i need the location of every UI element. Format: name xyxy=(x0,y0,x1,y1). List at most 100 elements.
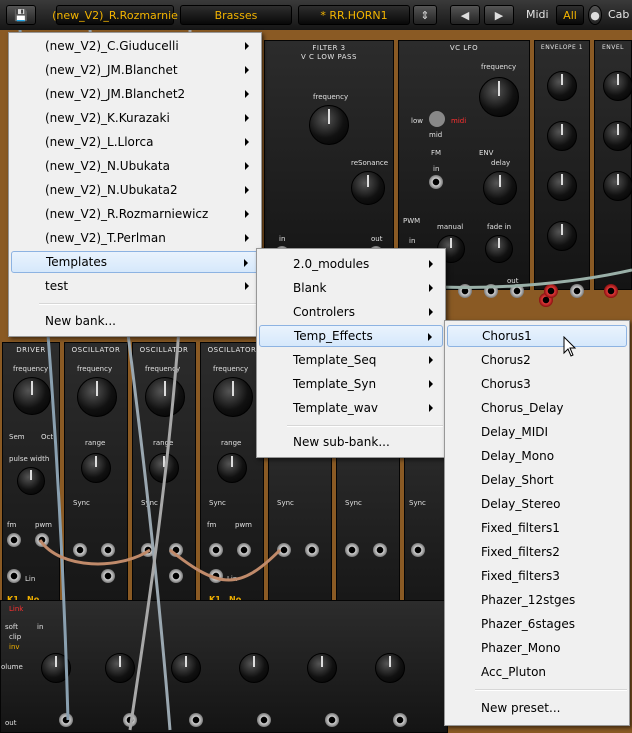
menu-separator xyxy=(475,689,627,691)
preset-item-fixed-filters2[interactable]: Fixed_filters2 xyxy=(447,541,627,563)
template-item-template-wav[interactable]: Template_wav xyxy=(259,397,443,419)
menu-label: (new_V2)_T.Perlman xyxy=(45,231,166,245)
menu-label: Phazer_12stges xyxy=(481,593,576,607)
preset-item-chorus-delay[interactable]: Chorus_Delay xyxy=(447,397,627,419)
template-item-blank[interactable]: Blank xyxy=(259,277,443,299)
bank-item-jm-blanchet2[interactable]: (new_V2)_JM.Blanchet2 xyxy=(11,83,259,105)
preset-item-chorus2[interactable]: Chorus2 xyxy=(447,349,627,371)
bank-menu: (new_V2)_C.Giuducelli (new_V2)_JM.Blanch… xyxy=(8,32,262,337)
menu-label: Template_Syn xyxy=(293,377,377,391)
menu-label: Fixed_filters1 xyxy=(481,521,560,535)
preset-item-delay-mono[interactable]: Delay_Mono xyxy=(447,445,627,467)
midi-channel-value: All xyxy=(563,8,577,22)
bank-item-n-ubukata[interactable]: (new_V2)_N.Ubukata xyxy=(11,155,259,177)
submenu-arrow-icon xyxy=(429,284,433,292)
submenu-arrow-icon xyxy=(429,380,433,388)
template-item-template-seq[interactable]: Template_Seq xyxy=(259,349,443,371)
submenu-arrow-icon xyxy=(429,404,433,412)
toolbar: 💾 (new_V2)_R.Rozmarnie Brasses * RR.HORN… xyxy=(0,0,632,31)
preset-item-phazer-6stages[interactable]: Phazer_6stages xyxy=(447,613,627,635)
new-bank-item[interactable]: New bank... xyxy=(11,310,259,332)
bank-item-t-perlman[interactable]: (new_V2)_T.Perlman xyxy=(11,227,259,249)
cab-label: Cab xyxy=(608,8,630,21)
category-selector[interactable]: Brasses xyxy=(180,5,292,25)
menu-label: Acc_Pluton xyxy=(481,665,547,679)
template-item-2-0-modules[interactable]: 2.0_modules xyxy=(259,253,443,275)
preset-item-acc-pluton[interactable]: Acc_Pluton xyxy=(447,661,627,683)
preset-item-chorus1[interactable]: Chorus1 xyxy=(447,325,627,347)
submenu-arrow-icon xyxy=(245,90,249,98)
save-icon[interactable]: 💾 xyxy=(6,5,36,25)
preset-item-delay-short[interactable]: Delay_Short xyxy=(447,469,627,491)
preset-item-delay-midi[interactable]: Delay_MIDI xyxy=(447,421,627,443)
preset-item-fixed-filters1[interactable]: Fixed_filters1 xyxy=(447,517,627,539)
submenu-arrow-icon xyxy=(244,259,248,267)
submenu-arrow-icon xyxy=(245,186,249,194)
submenu-arrow-icon xyxy=(245,210,249,218)
preset-item-chorus3[interactable]: Chorus3 xyxy=(447,373,627,395)
preset-updown-icon[interactable]: ⇕ xyxy=(413,5,437,25)
menu-label: Template_wav xyxy=(293,401,379,415)
prev-preset-icon[interactable]: ◀ xyxy=(450,5,480,25)
bank-item-n-ubukata2[interactable]: (new_V2)_N.Ubukata2 xyxy=(11,179,259,201)
menu-label: Delay_MIDI xyxy=(481,425,549,439)
menu-label: 2.0_modules xyxy=(293,257,370,271)
menu-label: (new_V2)_C.Giuducelli xyxy=(45,39,179,53)
menu-label: New bank... xyxy=(45,314,116,328)
new-preset-item[interactable]: New preset... xyxy=(447,697,627,719)
bank-item-jm-blanchet[interactable]: (new_V2)_JM.Blanchet xyxy=(11,59,259,81)
bank-item-test[interactable]: test xyxy=(11,275,259,297)
template-item-template-syn[interactable]: Template_Syn xyxy=(259,373,443,395)
bank-item-c-giuducelli[interactable]: (new_V2)_C.Giuducelli xyxy=(11,35,259,57)
menu-label: Template_Seq xyxy=(293,353,377,367)
menu-label: Controlers xyxy=(293,305,355,319)
menu-label: Fixed_filters3 xyxy=(481,569,560,583)
menu-label: Fixed_filters2 xyxy=(481,545,560,559)
menu-label: Blank xyxy=(293,281,327,295)
preset-selector[interactable]: * RR.HORN1 xyxy=(298,5,410,25)
bank-selector[interactable]: (new_V2)_R.Rozmarnie xyxy=(52,5,178,25)
submenu-arrow-icon xyxy=(429,308,433,316)
menu-label: Delay_Short xyxy=(481,473,554,487)
preset-item-delay-stereo[interactable]: Delay_Stereo xyxy=(447,493,627,515)
midi-channel-selector[interactable]: All xyxy=(556,5,584,25)
preset-item-phazer-mono[interactable]: Phazer_Mono xyxy=(447,637,627,659)
category-selector-label: Brasses xyxy=(214,8,258,22)
mouse-cursor-icon xyxy=(563,336,577,357)
bank-item-templates[interactable]: Templates xyxy=(11,251,259,273)
menu-label: Chorus2 xyxy=(481,353,531,367)
menu-label: New preset... xyxy=(481,701,561,715)
menu-label: (new_V2)_R.Rozmarniewicz xyxy=(45,207,209,221)
submenu-arrow-icon xyxy=(428,333,432,341)
menu-label: New sub-bank... xyxy=(293,435,390,449)
template-item-temp-effects[interactable]: Temp_Effects xyxy=(259,325,443,347)
bank-selector-label: (new_V2)_R.Rozmarnie xyxy=(52,8,178,22)
submenu-arrow-icon xyxy=(245,66,249,74)
submenu-arrow-icon xyxy=(429,260,433,268)
submenu-arrow-icon xyxy=(245,42,249,50)
submenu-arrow-icon xyxy=(245,114,249,122)
menu-label: (new_V2)_N.Ubukata2 xyxy=(45,183,178,197)
preset-item-phazer-12stges[interactable]: Phazer_12stges xyxy=(447,589,627,611)
menu-label: (new_V2)_JM.Blanchet xyxy=(45,63,178,77)
new-sub-bank-item[interactable]: New sub-bank... xyxy=(259,431,443,453)
midi-label: Midi xyxy=(526,8,549,21)
template-item-controlers[interactable]: Controlers xyxy=(259,301,443,323)
bank-item-l-llorca[interactable]: (new_V2)_L.Llorca xyxy=(11,131,259,153)
submenu-arrow-icon xyxy=(245,282,249,290)
next-preset-icon[interactable]: ▶ xyxy=(484,5,514,25)
submenu-arrow-icon xyxy=(245,138,249,146)
bank-item-k-kurazaki[interactable]: (new_V2)_K.Kurazaki xyxy=(11,107,259,129)
bank-item-r-rozmarniewicz[interactable]: (new_V2)_R.Rozmarniewicz xyxy=(11,203,259,225)
menu-label: (new_V2)_K.Kurazaki xyxy=(45,111,170,125)
menu-label: (new_V2)_N.Ubukata xyxy=(45,159,170,173)
templates-menu: 2.0_modules Blank Controlers Temp_Effect… xyxy=(256,248,446,458)
menu-label: (new_V2)_JM.Blanchet2 xyxy=(45,87,186,101)
menu-label: Chorus1 xyxy=(482,329,532,343)
submenu-arrow-icon xyxy=(245,162,249,170)
preset-selector-label: * RR.HORN1 xyxy=(320,8,388,22)
preset-item-fixed-filters3[interactable]: Fixed_filters3 xyxy=(447,565,627,587)
patch-cable-tan-1 xyxy=(38,539,151,566)
menu-label: Templates xyxy=(46,255,108,269)
submenu-arrow-icon xyxy=(429,356,433,364)
